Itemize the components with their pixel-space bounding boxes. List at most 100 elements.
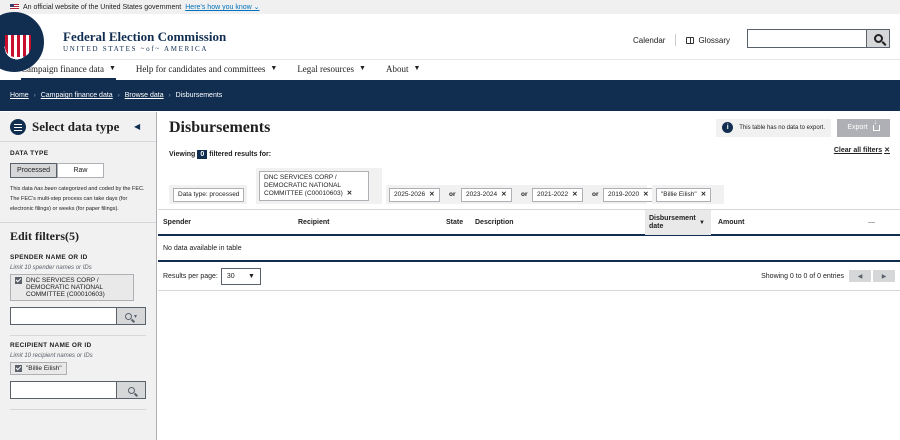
- recipient-search: [10, 381, 146, 399]
- tag-committee: DNC SERVICES CORP / DEMOCRATIC NATIONAL …: [259, 171, 369, 201]
- nav-help-for-candidates[interactable]: Help for candidates and committees ▼: [136, 60, 277, 80]
- chevron-down-icon: ▼: [108, 64, 116, 72]
- spender-filter: SPENDER NAME OR ID Limit 10 spender name…: [0, 244, 156, 325]
- filter-tags: Data type: processed DNC SERVICES CORP /…: [169, 168, 890, 204]
- data-type-section: DATA TYPE Processed Raw This data has be…: [0, 142, 156, 214]
- site-header: Federal Election Commission UNITED STATE…: [0, 12, 900, 72]
- info-icon: i: [722, 122, 734, 133]
- us-flag-icon: [10, 4, 19, 10]
- column-spender[interactable]: Spender: [163, 219, 191, 226]
- divider: [10, 409, 146, 410]
- column-recipient[interactable]: Recipient: [298, 219, 330, 226]
- results-per-page-label: Results per page:: [163, 272, 218, 280]
- recipient-label: RECIPIENT NAME OR ID: [10, 342, 92, 349]
- raw-toggle[interactable]: Raw: [57, 163, 104, 178]
- remove-tag-icon[interactable]: ✕: [501, 191, 506, 198]
- breadcrumb-browse-data[interactable]: Browse data: [125, 92, 164, 99]
- chevron-down-icon: ▾: [133, 313, 137, 320]
- table-pagination: Results per page: 30 ▼ Showing 0 to 0 of …: [158, 262, 900, 290]
- remove-tag-icon[interactable]: ✕: [572, 191, 577, 198]
- heres-how-you-know-link[interactable]: Here’s how you know ⌄: [185, 3, 259, 11]
- chevron-down-icon: ▼: [359, 64, 366, 72]
- column-state[interactable]: State: [446, 219, 463, 226]
- spender-label: SPENDER NAME OR ID: [10, 254, 88, 261]
- column-description[interactable]: Description: [475, 219, 514, 226]
- remove-tag-icon[interactable]: ✕: [701, 191, 706, 198]
- banner-text: An official website of the United States…: [23, 3, 182, 11]
- spender-search: ▾: [10, 307, 146, 325]
- or-label: or: [592, 191, 599, 198]
- search-icon: [127, 386, 135, 394]
- data-type-toggle: Processed Raw: [10, 163, 146, 178]
- spender-checkbox-dnc[interactable]: DNC SERVICES CORP / DEMOCRATIC NATIONAL …: [10, 274, 134, 301]
- table-header: Spender Recipient State Description Disb…: [158, 209, 900, 236]
- or-label: or: [521, 191, 528, 198]
- showing-entries: Showing 0 to 0 of 0 entries: [761, 272, 844, 280]
- glossary-link[interactable]: Glossary: [686, 36, 730, 45]
- search-icon: [124, 312, 132, 320]
- column-amount[interactable]: Amount: [718, 219, 744, 226]
- remove-tag-icon[interactable]: ✕: [347, 190, 352, 197]
- processed-toggle[interactable]: Processed: [10, 163, 57, 178]
- recipient-search-button[interactable]: [116, 382, 145, 398]
- checkbox-checked-icon: [15, 277, 22, 284]
- filter-list-icon: [10, 118, 26, 135]
- chevron-down-icon: ▼: [270, 64, 278, 72]
- breadcrumb-campaign-finance-data[interactable]: Campaign finance data: [41, 92, 113, 99]
- filter-sidebar: Select data type ◀ DATA TYPE Processed R…: [0, 112, 157, 440]
- breadcrumb-separator: ›: [168, 92, 171, 99]
- calendar-link[interactable]: Calendar: [633, 36, 665, 45]
- or-label: or: [449, 191, 456, 198]
- empty-table-message: No data available in table: [158, 236, 900, 262]
- breadcrumb-home[interactable]: Home: [10, 92, 29, 99]
- remove-tag-icon[interactable]: ✕: [429, 191, 434, 198]
- brand-title: Federal Election Commission: [63, 29, 227, 44]
- clear-all-filters-link[interactable]: Clear all filters ✕: [832, 146, 890, 154]
- column-more: —: [868, 218, 875, 226]
- close-icon: ✕: [884, 147, 890, 154]
- sort-descending-icon: ▼: [699, 219, 705, 226]
- tag-period-2021-2022: 2021-2022 ✕: [532, 188, 583, 202]
- breadcrumb: Home › Campaign finance data › Browse da…: [0, 80, 900, 111]
- checkbox-checked-icon: [15, 365, 22, 372]
- site-search-button[interactable]: [866, 30, 889, 47]
- recipient-input[interactable]: [11, 382, 116, 398]
- nav-about[interactable]: About ▼: [386, 60, 420, 80]
- tag-period-2025-2026: 2025-2026 ✕: [389, 188, 440, 202]
- spender-search-button[interactable]: ▾: [116, 308, 145, 324]
- recipient-checkbox-billie-eilish[interactable]: "Billie Eilish": [10, 362, 67, 375]
- data-type-description: This data has been categorized and coded…: [10, 186, 145, 212]
- official-banner: An official website of the United States…: [0, 0, 900, 14]
- breadcrumb-separator: ›: [117, 92, 120, 99]
- collapse-sidebar-icon[interactable]: ◀: [134, 122, 144, 131]
- next-page-button[interactable]: ▶: [873, 270, 895, 282]
- export-button[interactable]: Export: [837, 118, 890, 137]
- results-per-page-select[interactable]: 30 ▼: [220, 267, 261, 285]
- previous-page-button[interactable]: ◀: [849, 270, 871, 282]
- site-search-input[interactable]: [748, 30, 866, 47]
- search-icon: [873, 34, 883, 43]
- chevron-down-icon: ▼: [247, 272, 255, 280]
- select-data-type-title: Select data type: [32, 118, 120, 134]
- breadcrumb-separator: ›: [33, 92, 36, 99]
- column-disbursement-date[interactable]: Disbursement date ▼: [645, 210, 711, 235]
- main-content: Disbursements i This table has no data t…: [158, 112, 900, 440]
- utility-nav: Calendar Glossary: [633, 34, 730, 46]
- recipient-note: Limit 10 recipient names or IDs: [10, 353, 93, 359]
- spender-input[interactable]: [11, 308, 116, 324]
- download-icon: [872, 119, 880, 131]
- nav-legal-resources[interactable]: Legal resources ▼: [297, 60, 366, 80]
- tag-data-type: Data type: processed: [173, 188, 245, 202]
- book-icon: [686, 36, 695, 44]
- page-header: Disbursements i This table has no data t…: [158, 112, 900, 143]
- tag-period-2019-2020: 2019-2020 ✕: [603, 188, 654, 202]
- viewing-summary: Viewing 0 filtered results for:: [169, 150, 272, 159]
- brand[interactable]: Federal Election Commission UNITED STATE…: [63, 30, 226, 53]
- remove-tag-icon[interactable]: ✕: [643, 191, 648, 198]
- spender-note: Limit 10 spender names or IDs: [10, 265, 92, 271]
- page-title: Disbursements: [169, 118, 271, 136]
- recipient-filter: RECIPIENT NAME OR ID Limit 10 recipient …: [0, 336, 156, 399]
- breadcrumb-current: Disbursements: [175, 92, 223, 99]
- select-data-type-header: Select data type ◀: [0, 112, 156, 142]
- tag-period-2023-2024: 2023-2024 ✕: [461, 188, 512, 202]
